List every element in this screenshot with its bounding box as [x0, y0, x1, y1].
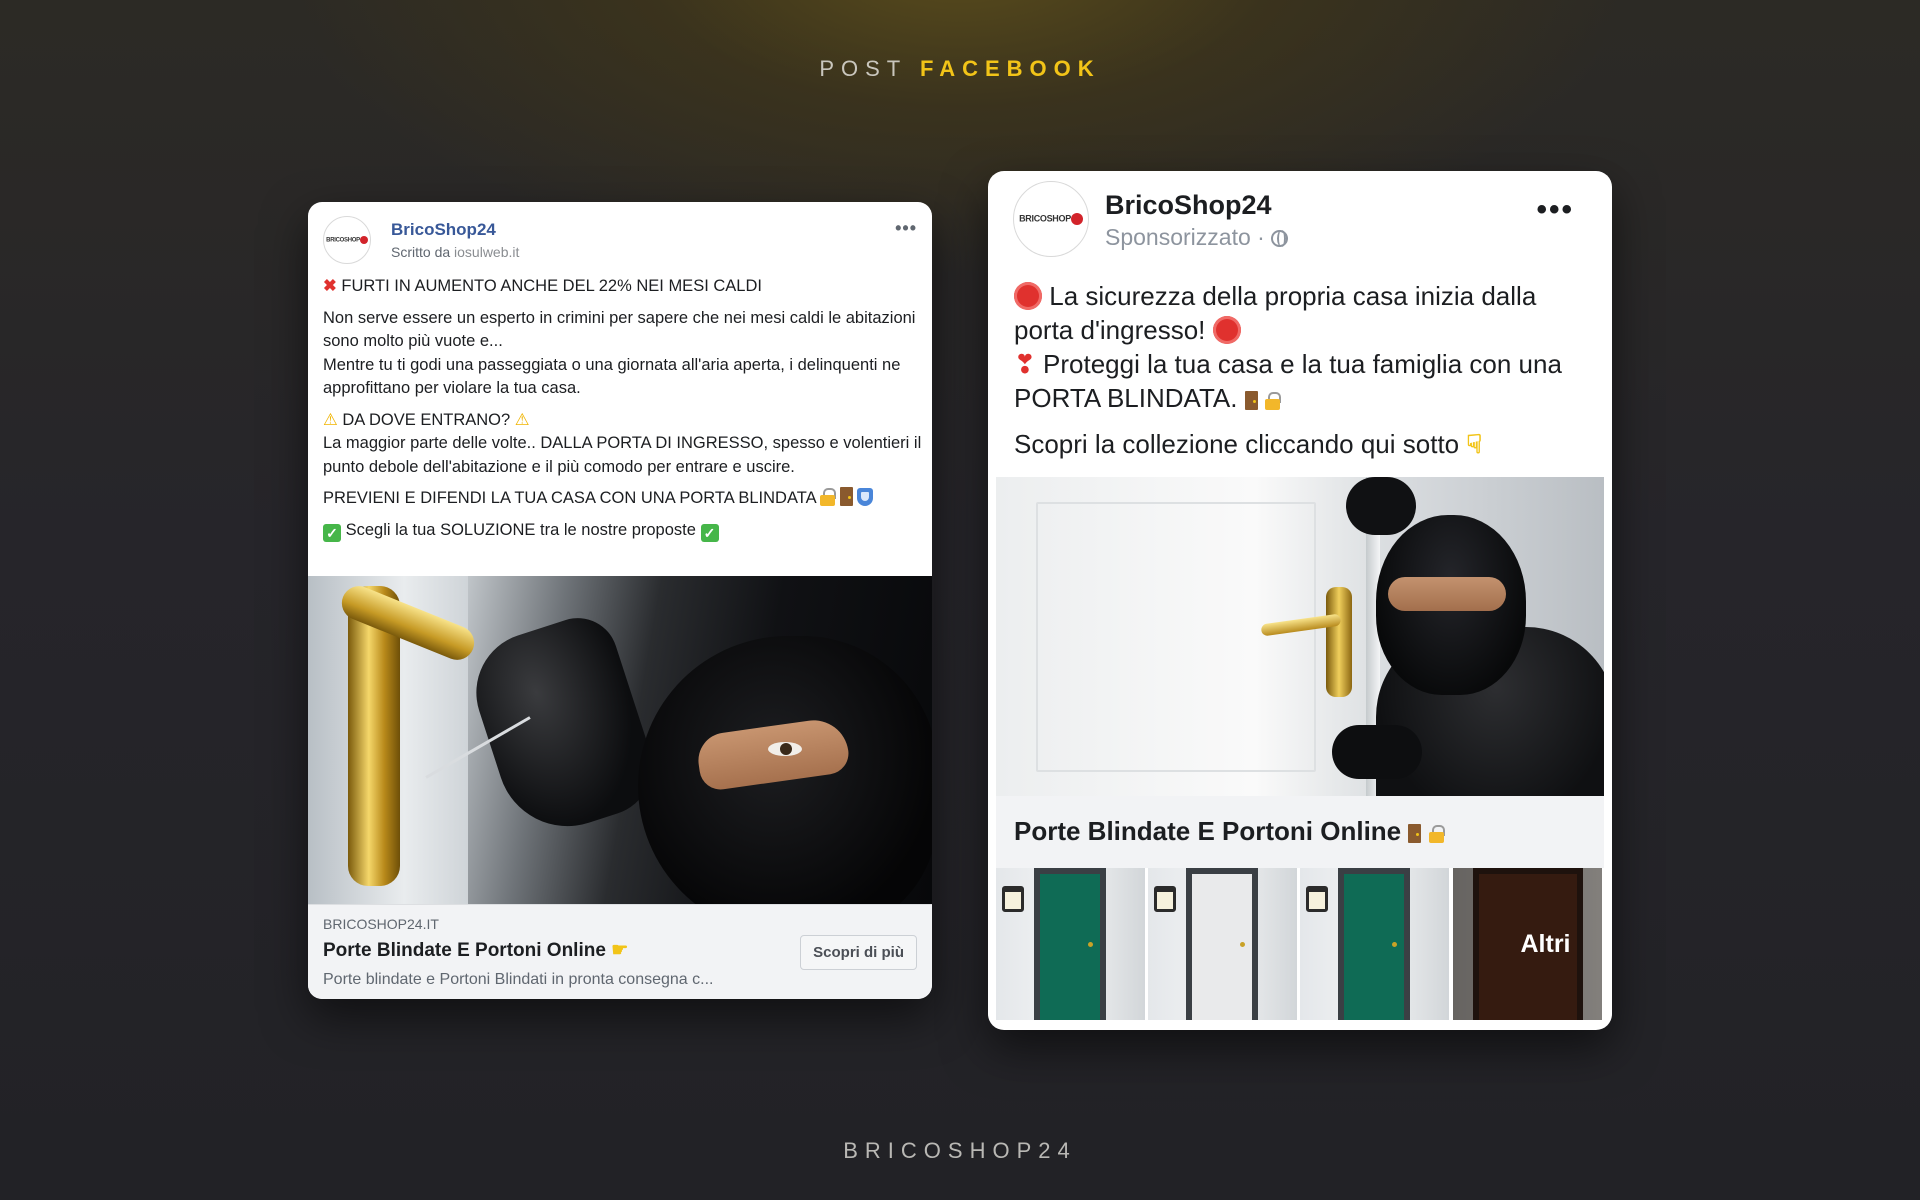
door-thumb-leaf	[1192, 874, 1252, 1020]
page-name-link[interactable]: BricoShop24	[391, 220, 496, 240]
iris-shape	[780, 743, 792, 755]
logo-badge-icon	[359, 236, 368, 244]
stop-sign-icon	[1212, 316, 1241, 344]
lock-icon	[1264, 392, 1281, 410]
glove-bottom-shape	[1332, 725, 1422, 779]
byline-prefix: Scritto da	[391, 244, 451, 260]
door-thumbnail-2[interactable]	[1148, 868, 1297, 1020]
post-image-burglar-lock[interactable]	[308, 576, 932, 904]
heart-exclamation-icon: ❣	[1014, 349, 1036, 379]
post-header: BRICOSHOP BricoShop24 Scritto da iosulwe…	[323, 214, 917, 266]
footer-brand: BRICOSHOP24	[843, 1138, 1077, 1163]
door-icon	[1408, 824, 1422, 843]
globe-icon	[1271, 230, 1289, 247]
door-panel-line-shape	[1036, 502, 1316, 772]
lock-icon	[1428, 825, 1445, 843]
link-title-bar[interactable]: Porte Blindate E Portoni Online	[996, 796, 1604, 868]
gloved-hand-shape	[460, 607, 666, 845]
facebook-post-card-2: BRICOSHOP BricoShop24 Sponsorizzato · ••…	[988, 171, 1612, 1030]
post-line-3: Scopri la collezione cliccando qui sotto	[1014, 429, 1460, 459]
post-image-burglar-door[interactable]	[996, 477, 1604, 796]
door-thumb-leaf	[1344, 874, 1404, 1020]
ellipsis-icon[interactable]: •••	[895, 218, 917, 239]
post-paragraph-5: Scegli la tua SOLUZIONE tra le nostre pr…	[345, 520, 696, 539]
link-title[interactable]: Porte Blindate E Portoni Online ☛	[323, 939, 628, 962]
logo-badge-icon	[1070, 213, 1083, 225]
page-avatar[interactable]: BRICOSHOP	[1013, 181, 1089, 257]
red-x-icon: ✖	[323, 277, 337, 295]
sponsored-label: Sponsorizzato ·	[1105, 224, 1289, 251]
warning-icon: ⚠	[323, 410, 338, 429]
learn-more-button[interactable]: Scopri di più	[800, 935, 917, 970]
wall-lamp-icon	[1002, 886, 1024, 912]
check-mark-icon: ✓	[323, 523, 341, 542]
link-title-text: Porte Blindate E Portoni Online	[323, 940, 606, 961]
shield-icon	[857, 488, 874, 506]
door-thumbnail-more[interactable]: Altri	[1453, 868, 1602, 1020]
page-headline: POST FACEBOOK	[0, 56, 1920, 82]
byline-source-link[interactable]: iosulweb.it	[454, 244, 519, 260]
post-paragraph-3: La maggior parte delle volte.. DALLA POR…	[323, 434, 922, 476]
post-headline: FURTI IN AUMENTO ANCHE DEL 22% NEI MESI …	[341, 277, 762, 295]
door-icon	[839, 487, 853, 506]
avatar-logo-text: BRICOSHOP	[326, 237, 360, 244]
link-title[interactable]: Porte Blindate E Portoni Online	[1014, 816, 1445, 847]
link-title-text: Porte Blindate E Portoni Online	[1014, 816, 1402, 846]
post-paragraph-1: Non serve essere un esperto in crimini p…	[323, 308, 916, 351]
pointing-hand-icon: ☛	[611, 940, 629, 961]
gold-plate-shape	[1326, 587, 1352, 697]
link-preview[interactable]: BRICOSHOP24.IT Porte Blindate E Portoni …	[308, 904, 932, 999]
link-domain: BRICOSHOP24.IT	[323, 916, 439, 932]
page-avatar[interactable]: BRICOSHOP	[323, 216, 371, 264]
door-thumbnail-3[interactable]	[1300, 868, 1449, 1020]
avatar-logo-text: BRICOSHOP	[1019, 213, 1071, 224]
post-line-1: La sicurezza della propria casa inizia d…	[1014, 281, 1537, 345]
post-question: DA DOVE ENTRANO?	[342, 410, 511, 429]
ellipsis-icon[interactable]: •••	[1536, 193, 1574, 227]
glove-top-shape	[1346, 477, 1416, 535]
link-description: Porte blindate e Portoni Blindati in pro…	[323, 971, 714, 988]
wall-lamp-icon	[1154, 886, 1176, 912]
lock-icon	[820, 488, 837, 506]
post-text: La sicurezza della propria casa inizia d…	[1014, 279, 1594, 473]
stop-sign-icon	[1014, 282, 1042, 310]
pointing-down-icon: ☟	[1466, 429, 1483, 459]
door-thumbnail-1[interactable]	[996, 868, 1145, 1020]
warning-icon: ⚠	[514, 410, 530, 429]
post-paragraph-2: Mentre tu ti godi una passeggiata o una …	[323, 355, 901, 398]
wall-lamp-icon	[1306, 886, 1328, 912]
eye-opening-shape	[1388, 577, 1506, 611]
check-mark-icon: ✓	[700, 523, 719, 542]
post-text: ✖ FURTI IN AUMENTO ANCHE DEL 22% NEI MES…	[323, 275, 923, 550]
carousel-thumbnails: Altri	[996, 868, 1604, 1020]
door-icon	[1244, 391, 1258, 410]
headline-prefix: POST	[819, 56, 907, 81]
post-line-2: Proteggi la tua casa e la tua famiglia c…	[1014, 349, 1562, 413]
post-byline: Scritto da iosulweb.it	[391, 244, 519, 260]
more-overlay-label: Altri	[1453, 868, 1602, 1020]
page-name-link[interactable]: BricoShop24	[1105, 190, 1272, 221]
facebook-post-card-1: BRICOSHOP BricoShop24 Scritto da iosulwe…	[308, 202, 932, 999]
post-paragraph-4: PREVIENI E DIFENDI LA TUA CASA CON UNA P…	[323, 489, 816, 507]
door-thumb-leaf	[1040, 874, 1100, 1020]
sponsored-text: Sponsorizzato ·	[1105, 224, 1265, 250]
headline-accent: FACEBOOK	[919, 56, 1101, 81]
